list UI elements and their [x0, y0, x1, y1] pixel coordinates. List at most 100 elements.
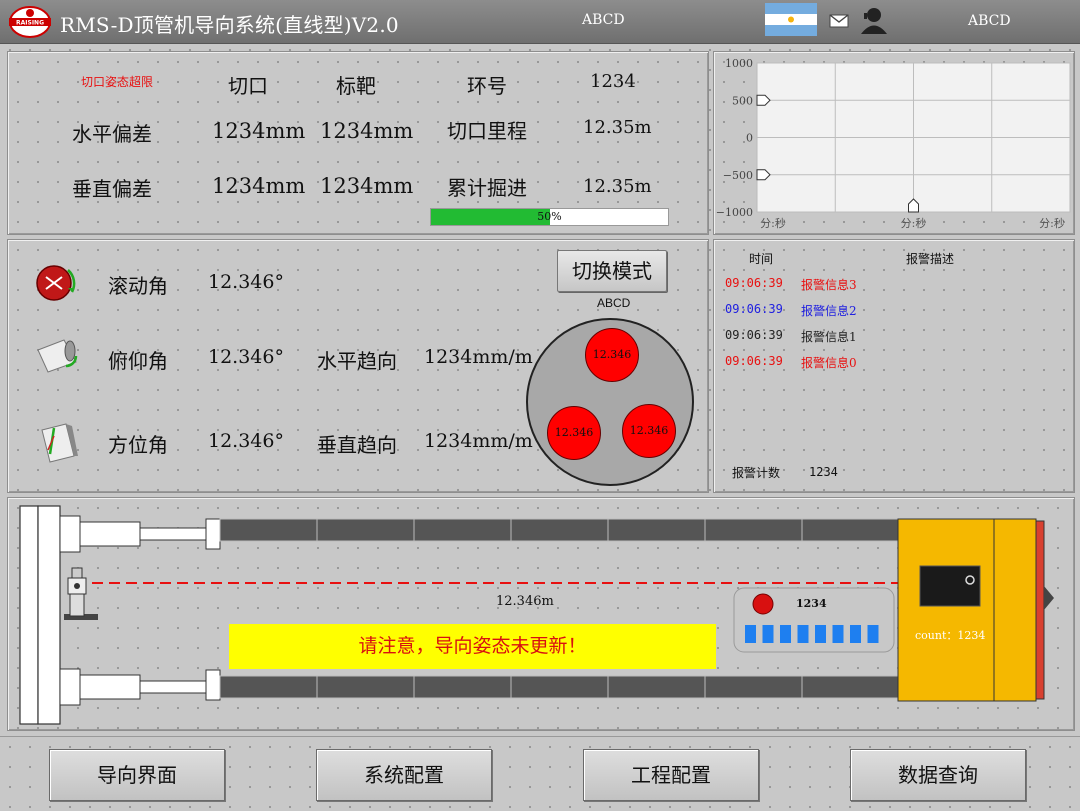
alarm-description: 报警信息1	[801, 330, 857, 344]
alarm-count-label: 报警计数	[732, 466, 781, 480]
alarm-panel: 时间 报警描述 09:06:39 报警信息3 09:06:39 报警信息2 09:06:…	[713, 239, 1075, 493]
argentina-flag-icon[interactable]	[765, 3, 817, 36]
azimuth-label: 方位角	[108, 433, 168, 457]
upper-jack-rod	[139, 527, 207, 541]
alarm-description: 报警信息0	[801, 356, 857, 370]
ring-value: 1234	[590, 71, 636, 92]
notice-text: 请注意，导向姿态未更新！	[358, 635, 587, 657]
pipe-segment	[801, 675, 900, 699]
horizontal-trend-value: 1234mm/m	[424, 346, 533, 368]
progress-bar: 50%	[430, 208, 669, 226]
chart-x-tick: 分:秒	[760, 216, 786, 230]
attitude-warning: 切口姿态超限	[81, 75, 154, 89]
count-text: count：1234	[915, 629, 986, 642]
progress-text: 50%	[537, 210, 562, 223]
cutter-plate	[1035, 520, 1045, 700]
azimuth-icon	[41, 423, 78, 463]
machine-body	[897, 518, 995, 702]
lower-jack-cylinder	[79, 674, 141, 700]
segment-block	[815, 625, 826, 643]
lower-jack-base	[59, 668, 81, 706]
machine-panel: 12.346m 请注意，导向姿态未更新！ 1234 count：1234	[7, 497, 1075, 731]
lower-jack-rod	[139, 680, 207, 694]
header-label: ABCD	[582, 12, 625, 28]
roll-label: 滚动角	[108, 274, 168, 298]
segment-block	[745, 625, 756, 643]
nav-project-config-button[interactable]: 工程配置	[583, 749, 759, 801]
laser-distance: 12.346m	[496, 594, 554, 609]
pipe-segment	[219, 675, 318, 699]
title-bar: RAISING RMS-D顶管机导向系统(直线型)V2.0 ABCD ABCD	[0, 0, 1080, 44]
pipe-segment	[510, 518, 609, 542]
horizontal-deviation-label: 水平偏差	[72, 122, 152, 146]
pipe-segment	[607, 675, 706, 699]
nav-guidance-button[interactable]: 导向界面	[49, 749, 225, 801]
chart-y-tick: −500	[723, 169, 753, 182]
alarm-time-header: 时间	[749, 252, 774, 266]
col-target-header: 标靶	[336, 74, 376, 98]
app-title: RMS-D顶管机导向系统(直线型)V2.0	[60, 13, 399, 37]
alarm-time: 09:06:39	[725, 354, 783, 368]
pipe-segment	[704, 675, 803, 699]
alarm-time: 09:06:39	[725, 302, 783, 316]
alarm-time: 09:06:39	[725, 328, 783, 342]
lower-jack-head	[205, 669, 221, 701]
cylinder-diagram: 12.346 12.346 12.346	[526, 318, 694, 486]
cylinder-left: 12.346	[547, 406, 601, 460]
roll-value: 12.346°	[208, 271, 284, 293]
chart-y-tick: −1000	[716, 206, 753, 219]
bottom-nav: 导向界面 系统配置 工程配置 数据查询	[0, 736, 1080, 811]
mileage-label: 切口里程	[447, 119, 527, 143]
deviation-chart: 1000 500 0 −500 −1000 分:秒 分:秒 分:秒	[716, 57, 1071, 230]
company-logo: RAISING	[9, 6, 51, 38]
alarm-time: 09:06:39	[725, 276, 783, 290]
reaction-wall-left	[19, 505, 39, 725]
nav-system-config-button[interactable]: 系统配置	[316, 749, 492, 801]
pipe-segment	[413, 518, 512, 542]
logo-text: RAISING	[16, 20, 44, 27]
segment-block	[832, 625, 844, 643]
mail-icon[interactable]	[829, 14, 849, 28]
upper-pipe-row	[219, 518, 900, 542]
target-board	[919, 565, 981, 607]
user-icon[interactable]	[858, 5, 890, 35]
azimuth-value: 12.346°	[208, 430, 284, 452]
mileage-value: 12.35m	[583, 117, 652, 138]
chart-y-tick: 1000	[725, 57, 753, 70]
segment-block	[762, 625, 774, 643]
lower-pipe-row	[219, 675, 900, 699]
col-cut-header: 切口	[228, 74, 268, 98]
upper-jack-head	[205, 518, 221, 550]
pitch-value: 12.346°	[208, 346, 284, 368]
vertical-cut-value: 1234mm	[212, 174, 306, 198]
upper-jack-cylinder	[79, 521, 141, 547]
pipe-segment	[704, 518, 803, 542]
pipe-segment	[316, 675, 415, 699]
nav-data-query-button[interactable]: 数据查询	[850, 749, 1026, 801]
segment-block	[780, 625, 791, 643]
pitch-icon	[37, 339, 78, 373]
horizontal-target-value: 1234mm	[320, 119, 414, 143]
user-name-label: ABCD	[968, 13, 1011, 29]
cylinder-right: 12.346	[622, 404, 676, 458]
switch-mode-button[interactable]: 切换模式	[557, 250, 667, 292]
pipe-segment	[413, 675, 512, 699]
pipe-segment	[219, 518, 318, 542]
vertical-trend-value: 1234mm/m	[424, 430, 533, 452]
alarm-desc-header: 报警描述	[906, 252, 955, 266]
pipe-segment	[316, 518, 415, 542]
pipe-segment	[510, 675, 609, 699]
segment-block	[867, 625, 879, 643]
chart-y-tick: 500	[732, 94, 753, 107]
alarm-description: 报警信息2	[801, 304, 857, 318]
machine-front	[993, 518, 1037, 702]
indicator-value: 1234	[796, 597, 827, 610]
segment-block	[850, 625, 861, 643]
vertical-deviation-label: 垂直偏差	[72, 177, 152, 201]
indicator-led	[752, 593, 774, 615]
chart-x-tick: 分:秒	[1039, 216, 1065, 230]
vertical-target-value: 1234mm	[320, 174, 414, 198]
chart-x-tick: 分:秒	[901, 216, 927, 230]
upper-jack-base	[59, 515, 81, 553]
alarm-description: 报警信息3	[801, 278, 857, 292]
